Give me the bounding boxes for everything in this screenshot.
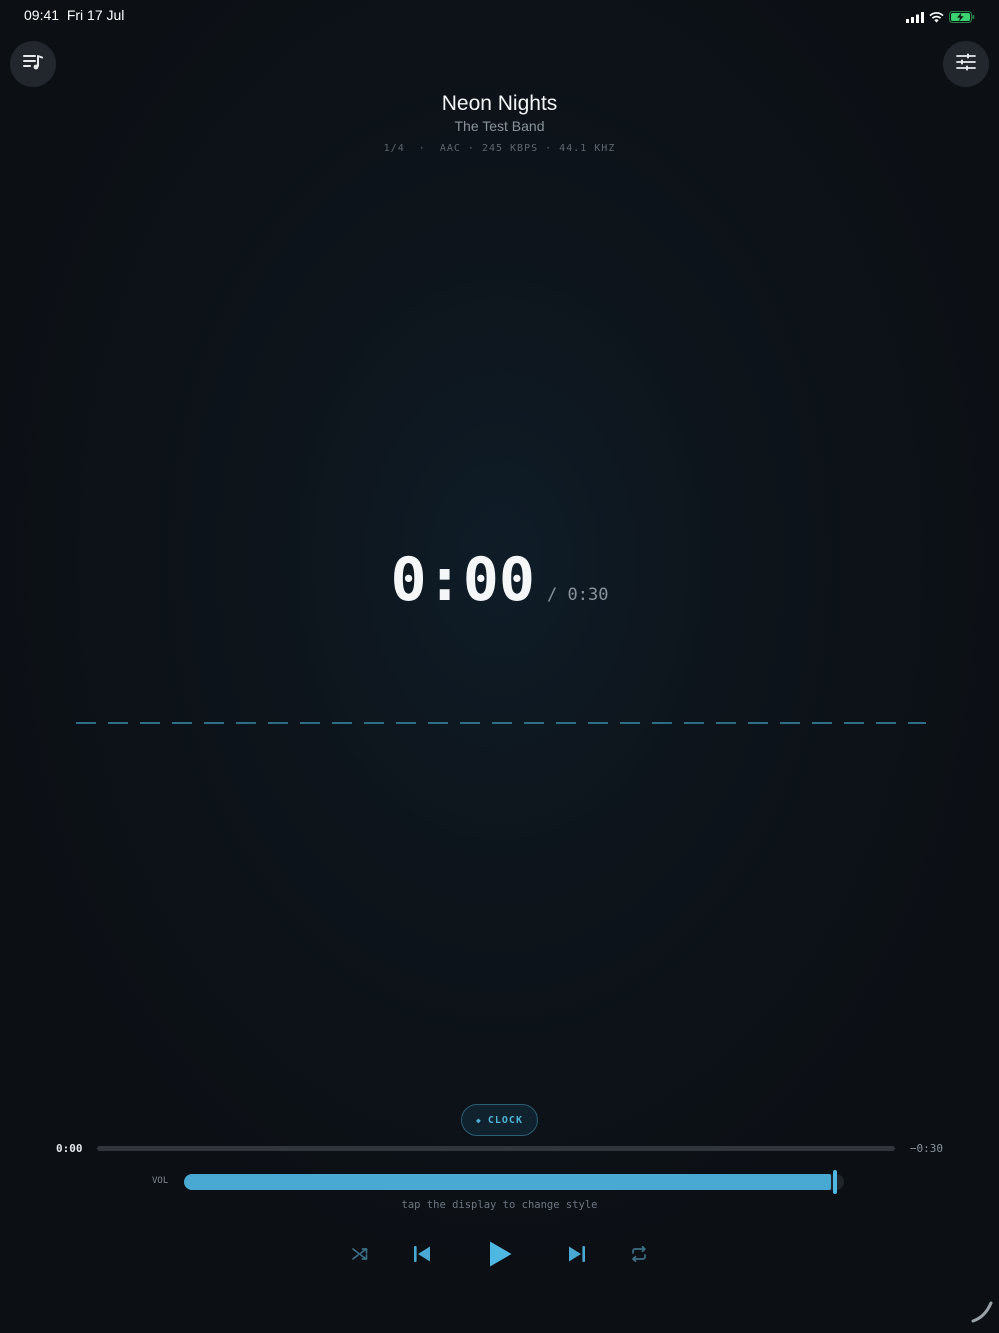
display-style-chip[interactable]: ◆ CLOCK (461, 1104, 538, 1136)
track-title: Neon Nights (441, 92, 558, 115)
playlist-button[interactable] (10, 41, 56, 87)
play-button[interactable] (484, 1236, 516, 1276)
total-time-display: / 0:30 (547, 585, 609, 605)
next-button[interactable] (563, 1236, 591, 1276)
status-time: 09:41 Fri 17 Jul (24, 7, 125, 23)
diamond-icon: ◆ (476, 1115, 482, 1125)
skip-previous-icon (413, 1245, 431, 1267)
playlist-icon (23, 54, 43, 74)
repeat-icon (630, 1245, 648, 1266)
equalizer-sliders-icon (956, 53, 976, 75)
play-icon (487, 1240, 513, 1272)
repeat-button[interactable] (625, 1236, 653, 1276)
skip-next-icon (568, 1245, 586, 1267)
remaining-time: −0:30 (909, 1142, 943, 1155)
track-artist: The Test Band (454, 118, 545, 134)
status-icons (906, 8, 975, 27)
track-meta: 1/4 · AAC · 245 KBPS · 44.1 KHZ (383, 143, 616, 154)
home-indicator (971, 1301, 993, 1327)
previous-button[interactable] (408, 1236, 436, 1276)
volume-slider[interactable] (184, 1170, 844, 1194)
current-time-display: 0:00 (390, 545, 536, 615)
elapsed-time: 0:00 (56, 1142, 83, 1155)
volume-label: VOL (152, 1176, 169, 1186)
transport-controls (0, 1236, 999, 1276)
equalizer-button[interactable] (943, 41, 989, 87)
cellular-signal-icon (906, 8, 924, 27)
style-hint: tap the display to change style (401, 1199, 598, 1211)
wifi-icon (929, 8, 944, 27)
dashed-divider (76, 722, 926, 724)
progress-slider[interactable] (97, 1146, 895, 1151)
clock-display[interactable]: 0:00 / 0:30 (0, 545, 999, 615)
shuffle-icon (351, 1246, 369, 1266)
display-style-label: CLOCK (487, 1114, 523, 1126)
battery-charging-icon (949, 8, 975, 27)
status-bar: 09:41 Fri 17 Jul (0, 0, 999, 32)
volume-fill (184, 1174, 832, 1190)
volume-thumb[interactable] (833, 1170, 838, 1194)
shuffle-button[interactable] (346, 1236, 374, 1276)
